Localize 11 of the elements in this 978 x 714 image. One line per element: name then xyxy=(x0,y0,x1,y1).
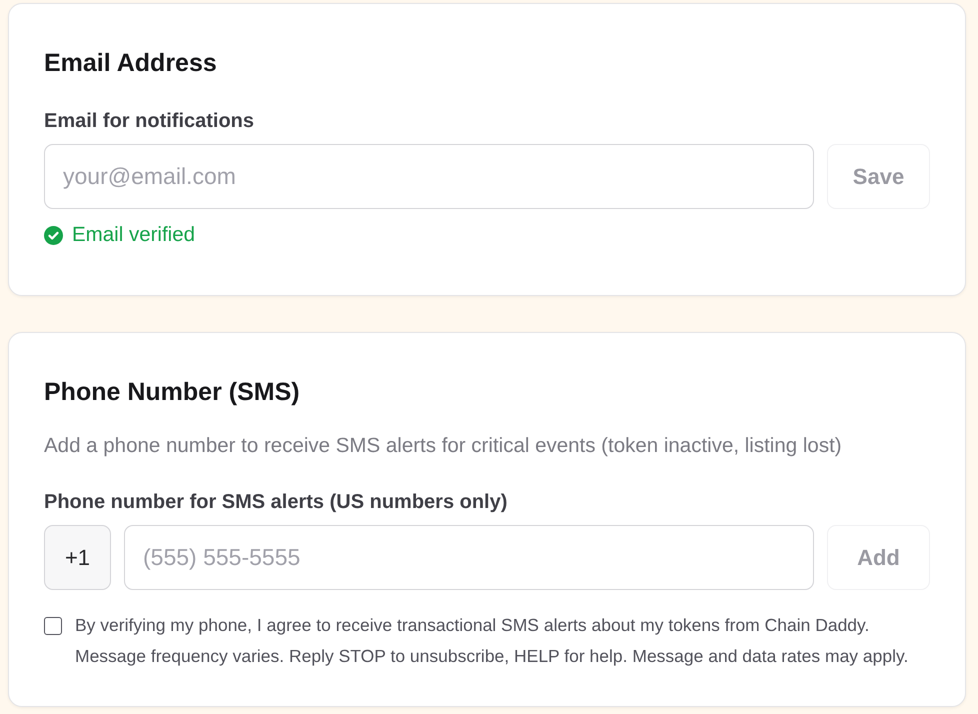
section-title: Phone Number (SMS) xyxy=(44,377,301,408)
email-input[interactable]: your@email.com xyxy=(44,144,814,209)
consent-text: By verifying my phone, I agree to receive transactional SMS alerts about my tokens from Chain Daddy. Message frequency varies. Reply STOP to unsubscribe, HELP for help. Message and data rates may apply. xyxy=(75,614,910,668)
field-label: Email for notifications xyxy=(44,109,256,134)
phone-input[interactable]: (555) 555-5555 xyxy=(124,525,814,590)
country-code-prefix: +1 xyxy=(44,525,111,590)
section-description: Add a phone number to receive SMS alerts for critical events (token inactive, listing lost) xyxy=(44,433,843,459)
section-title: Email Address xyxy=(44,48,218,79)
field-label: Phone number for SMS alerts (US numbers only) xyxy=(44,490,508,515)
status-text: Email verified xyxy=(72,223,196,247)
consent-checkbox[interactable] xyxy=(44,617,62,635)
